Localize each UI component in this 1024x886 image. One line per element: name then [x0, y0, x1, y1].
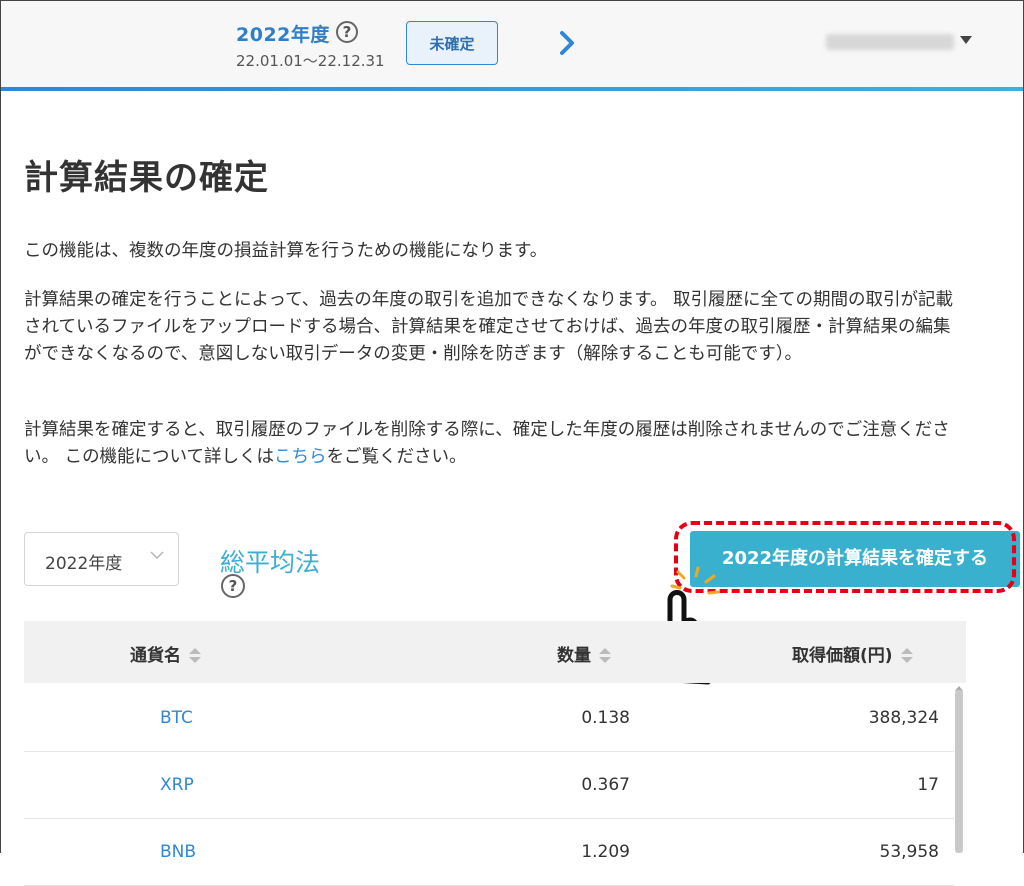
column-header-quantity[interactable]: 数量	[557, 641, 611, 666]
year-select-value: 2022年度	[45, 554, 123, 574]
account-menu[interactable]	[826, 34, 954, 50]
quantity-cell: 0.138	[581, 708, 630, 728]
sort-icon[interactable]	[189, 647, 201, 665]
table-row: XRP 0.367 17	[24, 752, 954, 819]
table-row: BTC 0.138 388,324	[24, 685, 954, 752]
sort-icon[interactable]	[599, 647, 611, 665]
paragraph-3-text-end: をご覧ください。	[326, 447, 467, 467]
fiscal-year-title: 2022年度	[236, 24, 330, 46]
sort-icon[interactable]	[900, 647, 913, 665]
chevron-right-icon[interactable]	[556, 28, 580, 58]
method-help-icon[interactable]: ?	[221, 574, 245, 598]
paragraph-3-text: 計算結果を確定すると、取引履歴のファイルを削除する際に、確定した年度の履歴は削除…	[24, 420, 950, 467]
currency-link[interactable]: XRP	[160, 775, 194, 795]
cost-cell: 17	[917, 775, 939, 795]
caret-down-icon[interactable]	[960, 36, 972, 44]
year-select[interactable]: 2022年度	[24, 532, 179, 586]
description-paragraph-2: 計算結果の確定を行うことによって、過去の年度の取引を追加できなくなります。 取引…	[24, 290, 954, 364]
currency-link[interactable]: BTC	[160, 708, 193, 728]
column-header-quantity-label: 数量	[557, 646, 591, 666]
table-header: 通貨名 数量 取得価額(円)	[24, 621, 966, 683]
quantity-cell: 1.209	[581, 842, 630, 862]
table-scrollbar[interactable]	[955, 690, 963, 853]
help-icon[interactable]: ?	[336, 21, 358, 43]
unconfirmed-status-button[interactable]: 未確定	[406, 21, 498, 65]
currency-link[interactable]: BNB	[160, 842, 196, 862]
cost-cell: 53,958	[879, 842, 939, 862]
column-header-cost-label: 取得価額(円)	[792, 646, 893, 666]
details-link[interactable]: こちら	[274, 447, 327, 467]
description-paragraph-1: この機能は、複数の年度の損益計算を行うための機能になります。	[24, 241, 548, 261]
quantity-cell: 0.367	[581, 775, 630, 795]
top-bar-accent-line	[1, 87, 1023, 91]
column-header-currency[interactable]: 通貨名	[130, 641, 201, 666]
chevron-down-icon	[149, 547, 165, 567]
fiscal-year-date-range: 22.01.01～22.12.31	[236, 52, 385, 70]
page-title: 計算結果の確定	[24, 158, 269, 198]
column-header-currency-label: 通貨名	[130, 646, 181, 666]
cost-cell: 388,324	[868, 708, 939, 728]
column-header-cost[interactable]: 取得価額(円)	[792, 641, 913, 666]
description-paragraph-3: 計算結果を確定すると、取引履歴のファイルを削除する際に、確定した年度の履歴は削除…	[24, 417, 959, 471]
